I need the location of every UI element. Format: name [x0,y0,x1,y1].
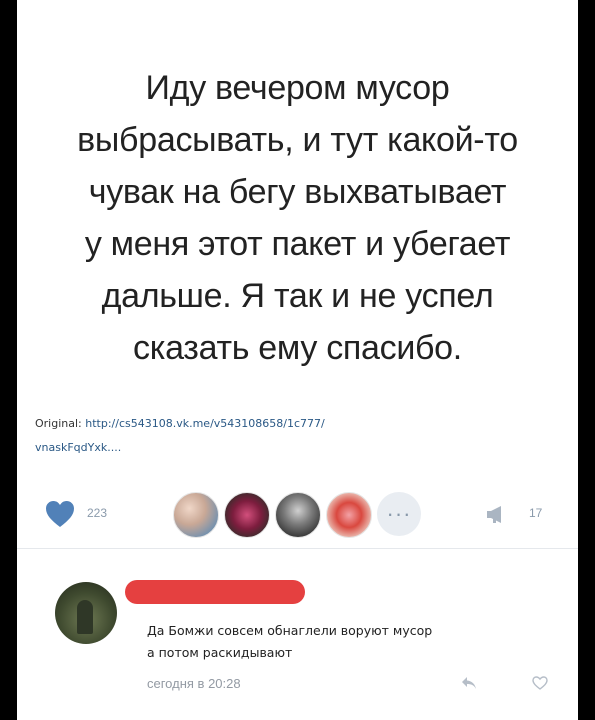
heart-outline-icon[interactable] [532,676,548,690]
original-link-continued[interactable]: vnaskFqdYxk.... [35,436,555,460]
original-link[interactable]: http://cs543108.vk.me/v543108658/1c777/ [85,417,324,430]
liker-avatar[interactable] [326,492,372,538]
quote-line: чувак на бегу выхватывает [88,173,507,211]
liker-avatar[interactable] [275,492,321,538]
liker-avatar[interactable] [173,492,219,538]
reply-icon[interactable] [461,676,477,690]
post-card: Иду вечером мусор выбрасывать, и тут как… [17,0,578,720]
quote-line: Иду вечером мусор [145,69,450,107]
comment-text: Да Бомжи совсем обнаглели воруют мусор а… [147,620,567,664]
quote-line: у меня этот пакет и убегает [84,225,511,263]
avatar-figure [77,600,93,634]
comment-line: а потом раскидывают [147,645,293,660]
quote-line: выбрасывать, и тут какой-то [77,121,518,159]
original-label: Original: [35,417,82,430]
views-count: 17 [529,506,543,520]
section-divider [17,548,578,549]
original-source: Original: http://cs543108.vk.me/v5431086… [35,412,555,460]
more-likers-button[interactable]: ··· [377,492,421,536]
redacted-name-bar [125,580,305,604]
liker-avatar[interactable] [224,492,270,538]
post-quote: Иду вечером мусор выбрасывать, и тут как… [17,62,578,374]
quote-line: сказать ему спасибо. [133,329,462,367]
post-actions: 223 ··· 17 [17,492,578,538]
heart-icon[interactable] [45,500,75,528]
quote-line: дальше. Я так и не успел [101,277,494,315]
more-dots-icon: ··· [386,501,412,526]
comment-line: Да Бомжи совсем обнаглели воруют мусор [147,623,433,638]
like-count: 223 [87,506,108,520]
comment-timestamp: сегодня в 20:28 [147,676,241,691]
commenter-avatar[interactable] [55,582,117,644]
megaphone-icon [487,506,501,523]
